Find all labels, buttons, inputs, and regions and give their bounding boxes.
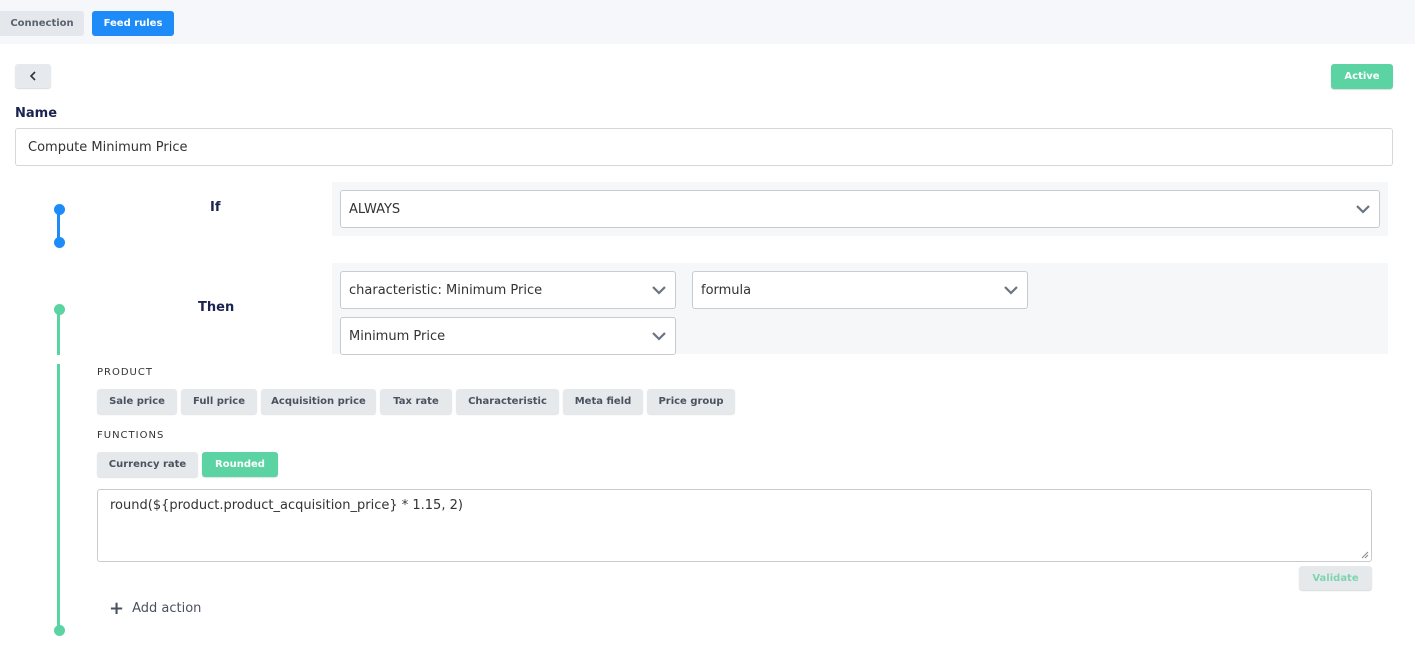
top-tab-bar: Connection Feed rules [0,0,1415,44]
then-target-select[interactable]: characteristic: Minimum Price [340,271,676,309]
tab-feed-rules[interactable]: Feed rules [92,11,174,36]
timeline-then-line-upper [57,309,60,355]
name-input[interactable]: Compute Minimum Price [15,128,1393,166]
add-action-button[interactable]: + Add action [109,597,202,619]
chip-characteristic[interactable]: Characteristic [456,389,559,414]
chip-tax-rate[interactable]: Tax rate [380,389,452,414]
if-label: If [210,200,221,215]
active-status-button[interactable]: Active [1331,64,1393,89]
timeline-then-line-lower [57,364,60,630]
chip-full-price[interactable]: Full price [181,389,257,414]
chip-meta-field[interactable]: Meta field [563,389,643,414]
timeline-then-dot-bottom [54,625,65,636]
chip-price-group[interactable]: Price group [647,389,735,414]
resize-handle-icon[interactable] [1361,551,1369,559]
timeline-then-dot-top [54,304,65,315]
plus-icon: + [109,597,125,619]
add-action-label: Add action [132,600,202,616]
product-section-title: PRODUCT [97,367,153,378]
tab-connection[interactable]: Connection [0,11,84,36]
chevron-left-icon [29,71,36,81]
then-characteristic-value: Minimum Price [349,328,446,344]
then-mode-value: formula [701,282,752,298]
chip-rounded[interactable]: Rounded [202,452,278,477]
if-condition-select[interactable]: ALWAYS [340,190,1380,228]
name-label: Name [15,106,58,121]
then-target-value: characteristic: Minimum Price [349,282,543,298]
if-condition-value: ALWAYS [349,201,401,217]
formula-text: round(${product.product_acquisition_pric… [110,498,463,513]
timeline-if-dot-top [54,204,65,215]
chevron-down-icon [1004,286,1018,295]
then-label: Then [198,300,235,315]
chevron-down-icon [1356,205,1370,214]
then-characteristic-select[interactable]: Minimum Price [340,317,676,355]
chevron-down-icon [652,332,666,341]
chip-sale-price[interactable]: Sale price [97,389,177,414]
formula-textarea[interactable]: round(${product.product_acquisition_pric… [97,489,1372,562]
back-button[interactable] [15,64,51,88]
timeline-if-dot-bottom [54,237,65,248]
chip-currency-rate[interactable]: Currency rate [97,452,198,477]
functions-section-title: FUNCTIONS [97,430,165,441]
chevron-down-icon [652,286,666,295]
then-mode-select[interactable]: formula [692,271,1028,309]
validate-button[interactable]: Validate [1299,566,1372,590]
chip-acquisition-price[interactable]: Acquisition price [261,389,376,414]
